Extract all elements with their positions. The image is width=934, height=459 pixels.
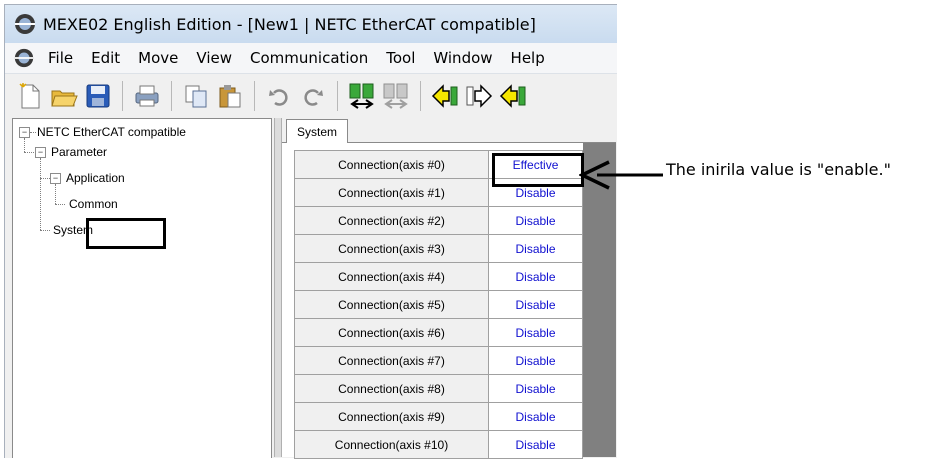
app-menu-icon[interactable] xyxy=(13,47,35,69)
tab-bar: System xyxy=(282,118,616,144)
menu-window[interactable]: Window xyxy=(424,49,501,67)
parameter-value-cell[interactable]: Disable xyxy=(488,318,583,347)
parameter-value-cell[interactable]: Disable xyxy=(488,346,583,375)
menu-file[interactable]: File xyxy=(39,49,82,67)
write-to-device-icon[interactable] xyxy=(464,80,494,112)
menu-move[interactable]: Move xyxy=(129,49,187,67)
table-row: Connection(axis #5) Disable xyxy=(294,290,583,319)
parameter-tree: − NETC EtherCAT compatible − Parameter −… xyxy=(12,118,272,458)
compare-data-disabled-icon[interactable] xyxy=(381,80,411,112)
menu-communication[interactable]: Communication xyxy=(241,49,377,67)
collapse-application-icon[interactable]: − xyxy=(50,173,61,184)
parameter-name-cell: Connection(axis #10) xyxy=(294,430,489,459)
read-from-device-icon[interactable] xyxy=(430,80,460,112)
toolbar xyxy=(5,74,617,118)
parameter-name-cell: Connection(axis #9) xyxy=(294,402,489,431)
toolbar-separator xyxy=(254,81,255,111)
table-row: Connection(axis #3) Disable xyxy=(294,234,583,263)
parameter-name-cell: Connection(axis #5) xyxy=(294,290,489,319)
new-file-icon[interactable] xyxy=(15,80,45,112)
parameter-value-cell[interactable]: Disable xyxy=(488,262,583,291)
title-bar: MEXE02 English Edition - [New1 | NETC Et… xyxy=(5,5,617,43)
parameter-name-cell: Connection(axis #7) xyxy=(294,346,489,375)
collapse-parameter-icon[interactable]: − xyxy=(35,147,46,158)
menu-view[interactable]: View xyxy=(187,49,241,67)
parameter-value-cell[interactable]: Disable xyxy=(488,290,583,319)
tab-system[interactable]: System xyxy=(286,119,348,144)
parameter-name-cell: Connection(axis #6) xyxy=(294,318,489,347)
table-row: Connection(axis #7) Disable xyxy=(294,346,583,375)
toolbar-separator xyxy=(420,81,421,111)
table-row: Connection(axis #6) Disable xyxy=(294,318,583,347)
app-icon xyxy=(15,14,35,34)
pane-splitter[interactable] xyxy=(274,118,282,457)
parameter-name-cell: Connection(axis #4) xyxy=(294,262,489,291)
table-row: Connection(axis #9) Disable xyxy=(294,402,583,431)
menu-tool[interactable]: Tool xyxy=(377,49,424,67)
parameter-name-cell: Connection(axis #0) xyxy=(294,150,489,179)
parameter-value-cell[interactable]: Disable xyxy=(488,374,583,403)
collapse-root-icon[interactable]: − xyxy=(19,127,30,138)
print-icon[interactable] xyxy=(132,80,162,112)
annotation-text: The inirila value is "enable." xyxy=(666,160,891,179)
undo-icon[interactable] xyxy=(264,80,294,112)
compare-data-icon[interactable] xyxy=(347,80,377,112)
toolbar-separator xyxy=(171,81,172,111)
copy-icon[interactable] xyxy=(181,80,211,112)
parameter-value-cell[interactable]: Disable xyxy=(488,234,583,263)
effective-value-highlight xyxy=(492,153,584,187)
window-title: MEXE02 English Edition - [New1 | NETC Et… xyxy=(43,14,536,34)
redo-icon[interactable] xyxy=(298,80,328,112)
tree-node-common[interactable]: Common xyxy=(69,197,118,211)
toolbar-separator xyxy=(122,81,123,111)
table-row: Connection(axis #4) Disable xyxy=(294,262,583,291)
teaching-icon[interactable] xyxy=(498,80,528,112)
system-parameter-grid: Connection(axis #0) Effective Connection(a… xyxy=(294,150,583,459)
menu-help[interactable]: Help xyxy=(502,49,554,67)
table-row: Connection(axis #8) Disable xyxy=(294,374,583,403)
parameter-name-cell: Connection(axis #1) xyxy=(294,178,489,207)
parameter-value-cell[interactable]: Disable xyxy=(488,206,583,235)
tree-node-parameter[interactable]: Parameter xyxy=(51,145,107,159)
tree-node-root[interactable]: NETC EtherCAT compatible xyxy=(37,125,186,139)
open-folder-icon[interactable] xyxy=(49,80,79,112)
save-icon[interactable] xyxy=(83,80,113,112)
table-row: Connection(axis #10) Disable xyxy=(294,430,583,459)
parameter-value-cell[interactable]: Disable xyxy=(488,402,583,431)
left-arrow-icon xyxy=(579,160,663,190)
parameter-value-cell[interactable]: Disable xyxy=(488,430,583,459)
parameter-name-cell: Connection(axis #8) xyxy=(294,374,489,403)
paste-icon[interactable] xyxy=(215,80,245,112)
system-node-highlight xyxy=(86,218,166,249)
parameter-name-cell: Connection(axis #2) xyxy=(294,206,489,235)
tree-node-application[interactable]: Application xyxy=(66,171,125,185)
parameter-name-cell: Connection(axis #3) xyxy=(294,234,489,263)
menu-bar: File Edit Move View Communication Tool W… xyxy=(5,43,617,74)
toolbar-separator xyxy=(337,81,338,111)
menu-edit[interactable]: Edit xyxy=(82,49,129,67)
table-row: Connection(axis #2) Disable xyxy=(294,206,583,235)
